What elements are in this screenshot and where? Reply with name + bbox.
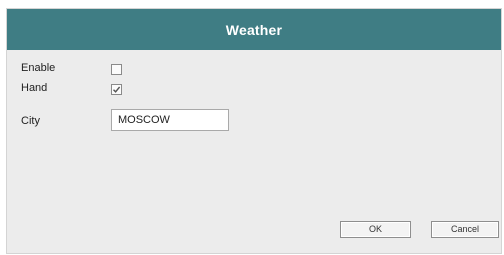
enable-checkbox[interactable]	[111, 64, 122, 75]
hand-label: Hand	[21, 82, 48, 94]
dialog-titlebar: Weather	[7, 9, 501, 50]
hand-check-mark-icon	[113, 86, 121, 93]
ok-button[interactable]: OK	[340, 221, 411, 238]
dialog-title: Weather	[225, 21, 283, 38]
weather-dialog: Weather Enable Hand City OK Cancel	[6, 8, 502, 254]
enable-label: Enable	[21, 62, 56, 74]
cancel-button[interactable]: Cancel	[431, 221, 499, 238]
hand-checkbox[interactable]	[111, 84, 122, 95]
city-label: City	[21, 115, 40, 127]
city-input[interactable]	[111, 109, 229, 131]
